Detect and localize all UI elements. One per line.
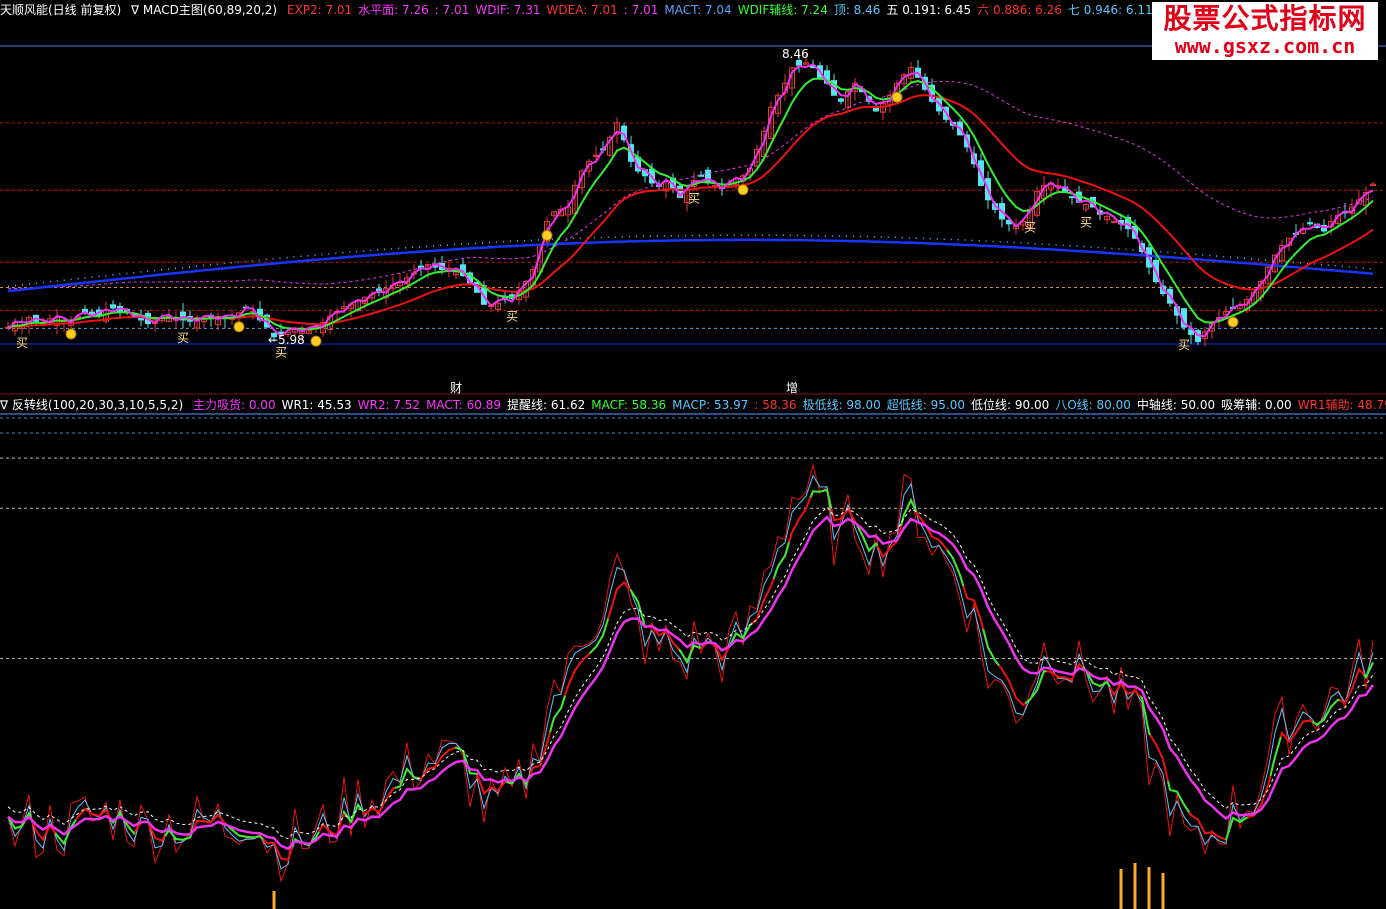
buy-label-0: 买 <box>16 336 28 350</box>
reminder-line <box>7 506 1374 840</box>
candle-body <box>838 98 844 102</box>
dotted-line <box>7 234 1374 288</box>
candle-body <box>705 169 711 184</box>
candle-body <box>796 59 802 66</box>
buy-coin-2 <box>310 335 322 347</box>
buy-label-4: 买 <box>688 192 700 206</box>
top-indicator-values: EXP2: 7.01 水平面: 7.26 : 7.01 WDIF: 7.31 WDEA:… <box>287 3 1211 17</box>
top-value-4: WDEA: 7.01 <box>546 3 618 17</box>
bottom-value-0: 主力吸货: 0.00 <box>193 398 276 412</box>
bottom-value-8: 极低线: 98.00 <box>802 398 881 412</box>
high-price-label: 8.46 <box>782 47 809 61</box>
candle-body <box>1307 222 1313 225</box>
buy-coin-4 <box>737 184 749 196</box>
buy-coin-3 <box>541 229 553 241</box>
top-legend: 天顺风能(日线 前复权) ∇ MACD主图(60,89,20,2) EXP2: … <box>0 0 1217 20</box>
event-label-0: 财 <box>450 381 462 395</box>
top-value-0: EXP2: 7.01 <box>286 3 353 17</box>
stock-chart[interactable]: 买买买买买买 买买8.46←5.98财增 <box>0 0 1386 909</box>
bottom-value-3: MACT: 60.89 <box>426 398 502 412</box>
watermark-url: www.gsxz.com.cn <box>1174 34 1356 58</box>
candle-body <box>110 304 116 309</box>
buy-label-6: 买 <box>1080 216 1092 230</box>
buy-label-7: 买 <box>1178 338 1190 352</box>
candle-body <box>89 311 95 315</box>
bottom-value-9: 超低线: 95.00 <box>886 398 965 412</box>
buy-coin-1 <box>233 321 245 333</box>
bottom-legend: ∇ 反转线(100,20,30,3,10,5,5,2) 主力吸货: 0.00 WR… <box>0 395 1386 415</box>
top-value-11: 七 0.946: 6.11 <box>1067 3 1153 17</box>
top-value-2: : 7.01 <box>434 3 470 17</box>
top-value-9: 五 0.191: 6.45 <box>886 3 972 17</box>
bottom-value-12: 中轴线: 50.00 <box>1136 398 1216 412</box>
top-indicator-name[interactable]: ∇ MACD主图(60,89,20,2) <box>131 3 277 17</box>
low-price-label: ←5.98 <box>268 333 305 347</box>
bottom-indicator-name[interactable]: ∇ 反转线(100,20,30,3,10,5,5,2) <box>0 398 183 412</box>
buy-coin-5 <box>891 91 903 103</box>
bottom-value-7: : 58.36 <box>754 398 797 412</box>
event-label-1: 增 <box>786 381 798 395</box>
mact-osc-line <box>7 515 1375 851</box>
candle-body <box>593 154 599 157</box>
stock-title: 天顺风能(日线 前复权) <box>0 3 122 17</box>
top-value-8: 顶: 8.46 <box>833 3 881 17</box>
buy-label-2: 买 <box>275 345 287 359</box>
buy-coin-0 <box>65 328 77 340</box>
watermark-logo: 股票公式指标网 www.gsxz.com.cn <box>1152 2 1378 60</box>
top-value-3: WDIF: 7.31 <box>475 3 541 17</box>
buy-label-3: 买 <box>506 309 518 323</box>
bottom-value-6: MACP: 53.97 <box>672 398 749 412</box>
bottom-value-14: WR1辅助: 48.79 <box>1297 398 1386 412</box>
bottom-value-4: 提醒线: 61.62 <box>507 398 586 412</box>
bottom-value-13: 吸筹辅: 0.00 <box>1221 398 1292 412</box>
top-value-10: 六 0.886: 6.26 <box>977 3 1062 17</box>
buy-label-5: 买 <box>1024 220 1036 234</box>
buy-coin-6 <box>1227 316 1239 328</box>
candle-body <box>1069 196 1075 199</box>
bottom-value-11: 八O线: 80.00 <box>1055 398 1131 412</box>
top-value-1: 水平面: 7.26 <box>358 3 429 17</box>
top-value-5: : 7.01 <box>623 3 659 17</box>
buy-label-1: 买 <box>177 331 189 345</box>
bottom-value-1: WR1: 45.53 <box>281 398 352 412</box>
bottom-value-5: MACF: 58.36 <box>591 398 667 412</box>
bottom-value-2: WR2: 7.52 <box>357 398 421 412</box>
bottom-indicator-values: 主力吸货: 0.00 WR1: 45.53 WR2: 7.52 MACT: 60.89… <box>193 398 1386 412</box>
wr2-line <box>7 474 1374 870</box>
top-value-7: WDIF辅线: 7.24 <box>737 3 828 17</box>
mact-line <box>7 238 1374 293</box>
bottom-value-10: 低位线: 90.00 <box>971 398 1050 412</box>
watermark-title: 股票公式指标网 <box>1163 2 1367 35</box>
top-value-6: MACT: 7.04 <box>664 3 732 17</box>
